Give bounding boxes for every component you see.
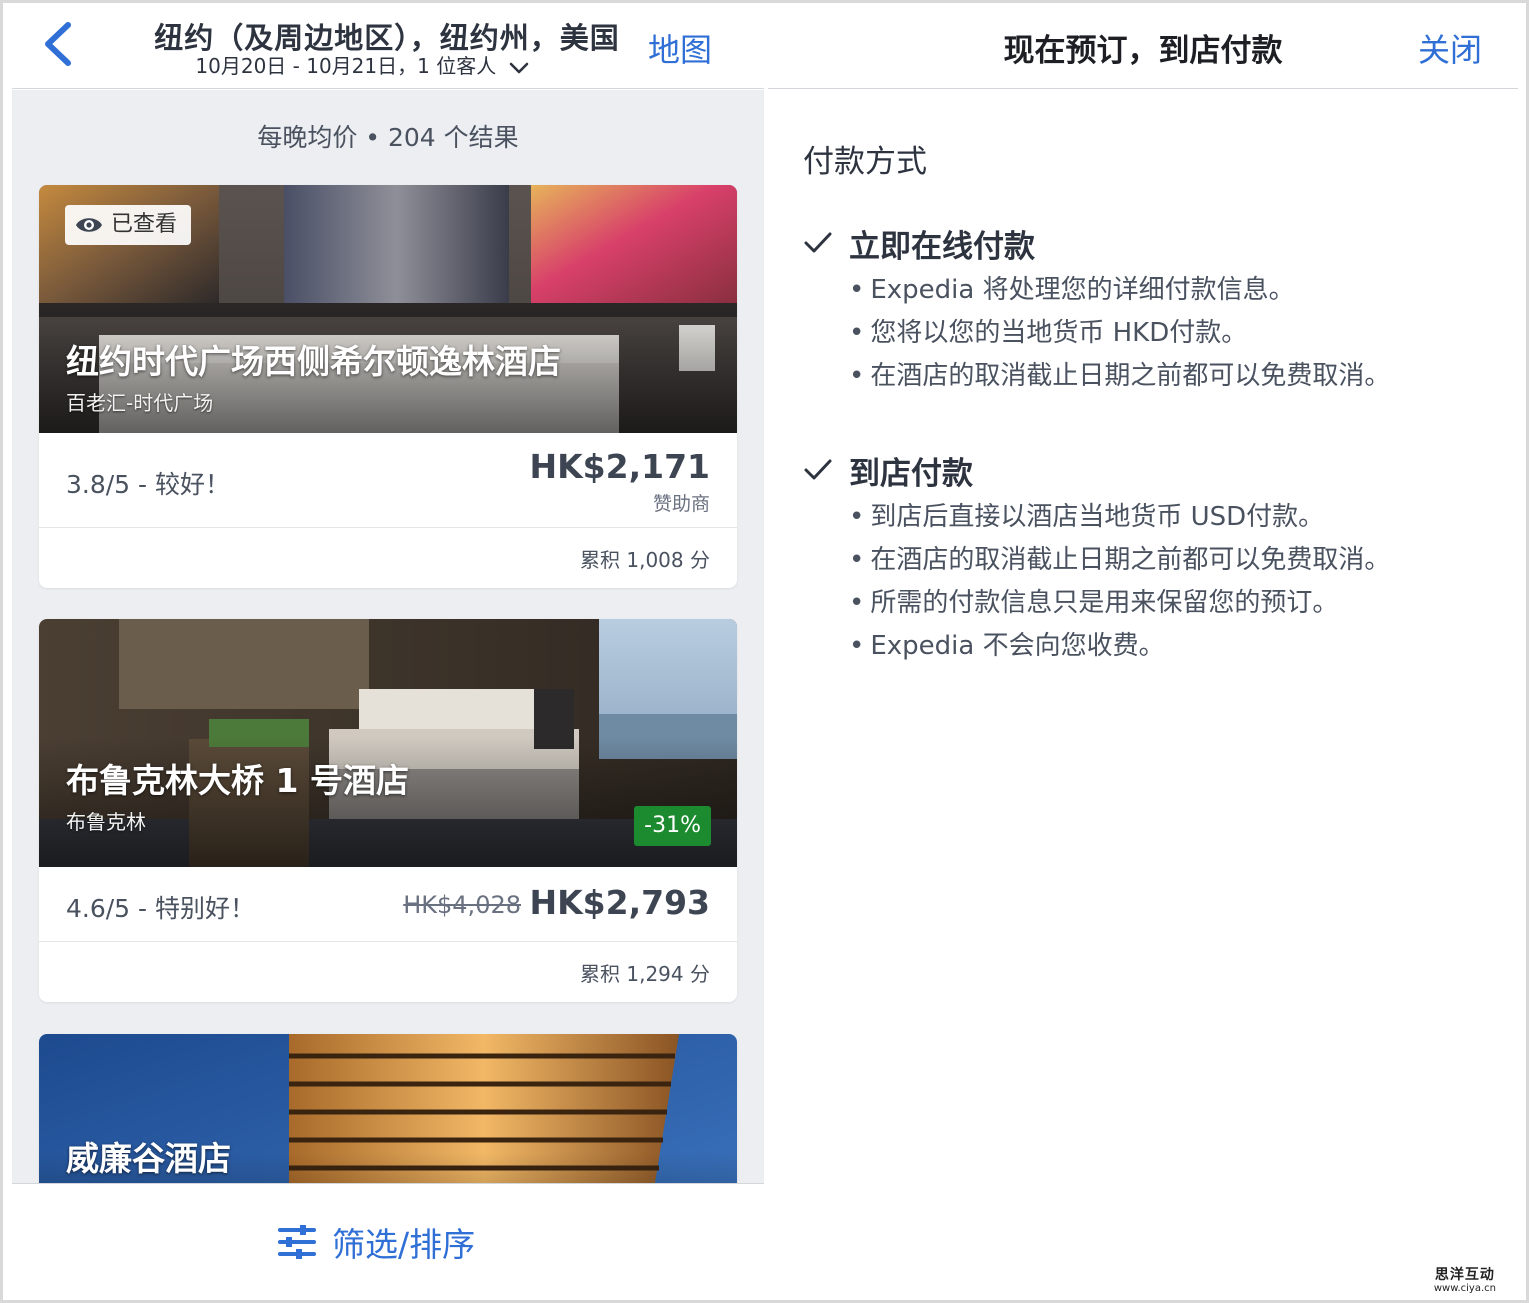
option-bullet: Expedia 将处理您的详细付款信息。 bbox=[849, 269, 1503, 312]
hotel-price: HK$2,171 bbox=[529, 447, 710, 486]
checkmark-icon bbox=[804, 232, 832, 253]
hotel-name: 威廉谷酒店 bbox=[66, 1139, 231, 1178]
hotel-card[interactable]: 布鲁克林大桥 1 号酒店 布鲁克林 -31% 4.6/5 - 特别好！ HK$4… bbox=[39, 619, 737, 1002]
hotel-name: 布鲁克林大桥 1 号酒店 bbox=[66, 761, 409, 800]
discount-badge: -31% bbox=[634, 806, 711, 846]
results-summary: 每晚均价 • 204 个结果 bbox=[257, 123, 519, 152]
option-title: 到店付款 bbox=[849, 455, 973, 492]
hotel-photo: 已查看 纽约时代广场西侧希尔顿逸林酒店 百老汇-时代广场 bbox=[39, 185, 737, 433]
viewed-label: 已查看 bbox=[111, 212, 178, 237]
option-title: 立即在线付款 bbox=[849, 228, 1035, 265]
payment-title: 现在预订，到店付款 bbox=[1003, 33, 1283, 69]
hotel-card[interactable]: 已查看 纽约时代广场西侧希尔顿逸林酒店 百老汇-时代广场 3.8/5 - 较好！… bbox=[39, 185, 737, 588]
hotel-area: 布鲁克林 bbox=[66, 810, 146, 834]
rating-price-row: 3.8/5 - 较好！ HK$2,171 赞助商 bbox=[39, 433, 737, 528]
map-button[interactable]: 地图 bbox=[648, 25, 712, 71]
hotel-card[interactable]: 威廉谷酒店 bbox=[39, 1034, 737, 1194]
reward-points: 累积 1,008 分 bbox=[580, 548, 710, 572]
payment-option-at-hotel: 到店付款 到店后直接以酒店当地货币 USD付款。 在酒店的取消截止日期之前都可以… bbox=[803, 448, 1503, 668]
viewed-badge: 已查看 bbox=[65, 205, 192, 245]
guest-rating: 4.6/5 - 特别好！ bbox=[66, 894, 256, 923]
chevron-left-icon bbox=[45, 22, 71, 66]
results-list[interactable]: 每晚均价 • 204 个结果 已查看 纽约时代广场西侧希尔顿逸林酒店 百老汇-时… bbox=[12, 90, 764, 1194]
screenshot-frame: 纽约（及周边地区），纽约州，美国 10月20日 - 10月21日，1 位客人 地… bbox=[3, 3, 1526, 1300]
payment-info-panel: 现在预订，到店付款 关闭 付款方式 立即在线付款 Expedia 将处理您的详细… bbox=[768, 3, 1526, 1300]
checkmark-icon bbox=[804, 459, 832, 480]
watermark-url: www.ciya.cn bbox=[1433, 1283, 1496, 1294]
payment-option-online: 立即在线付款 Expedia 将处理您的详细付款信息。 您将以您的当地货币 HK… bbox=[803, 221, 1503, 398]
rating-price-row: 4.6/5 - 特别好！ HK$4,028 HK$2,793 bbox=[39, 867, 737, 942]
chevron-down-icon bbox=[509, 62, 528, 73]
payment-methods-heading: 付款方式 bbox=[803, 144, 927, 180]
filter-sort-label: 筛选/排序 bbox=[332, 1225, 476, 1264]
filter-sort-button[interactable]: 筛选/排序 bbox=[278, 1218, 475, 1266]
search-results-panel: 纽约（及周边地区），纽约州，美国 10月20日 - 10月21日，1 位客人 地… bbox=[12, 3, 764, 1300]
hotel-photo: 布鲁克林大桥 1 号酒店 布鲁克林 -31% bbox=[39, 619, 737, 867]
bottom-toolbar: 筛选/排序 bbox=[12, 1183, 764, 1300]
points-row: 累积 1,008 分 bbox=[39, 528, 737, 588]
option-bullet: 在酒店的取消截止日期之前都可以免费取消。 bbox=[849, 355, 1503, 398]
option-bullet: Expedia 不会向您收费。 bbox=[849, 625, 1503, 668]
option-bullet: 所需的付款信息只是用来保留您的预订。 bbox=[849, 582, 1503, 625]
option-bullet: 在酒店的取消截止日期之前都可以免费取消。 bbox=[849, 539, 1503, 582]
hotel-name: 纽约时代广场西侧希尔顿逸林酒店 bbox=[66, 342, 561, 381]
guest-rating: 3.8/5 - 较好！ bbox=[66, 470, 231, 499]
sliders-icon bbox=[278, 1225, 316, 1259]
reward-points: 累积 1,294 分 bbox=[580, 962, 710, 986]
eye-icon bbox=[76, 218, 102, 232]
watermark: 思洋互动 www.ciya.cn bbox=[1434, 1268, 1496, 1294]
original-price: HK$4,028 bbox=[403, 891, 521, 919]
dates-guests-selector[interactable]: 10月20日 - 10月21日，1 位客人 bbox=[162, 50, 562, 79]
back-button[interactable] bbox=[38, 21, 78, 67]
payment-header: 现在预订，到店付款 关闭 bbox=[768, 3, 1518, 89]
sponsored-label: 赞助商 bbox=[652, 493, 710, 515]
hotel-area: 百老汇-时代广场 bbox=[66, 391, 214, 415]
dates-guests-text: 10月20日 - 10月21日，1 位客人 bbox=[195, 54, 497, 78]
watermark-name: 思洋互动 bbox=[1434, 1267, 1495, 1283]
results-header: 纽约（及周边地区），纽约州，美国 10月20日 - 10月21日，1 位客人 地… bbox=[12, 3, 764, 89]
points-row: 累积 1,294 分 bbox=[39, 942, 737, 1002]
option-bullet: 到店后直接以酒店当地货币 USD付款。 bbox=[849, 496, 1503, 539]
hotel-photo: 威廉谷酒店 bbox=[39, 1034, 737, 1194]
hotel-price: HK$2,793 bbox=[529, 883, 710, 922]
option-bullet: 您将以您的当地货币 HKD付款。 bbox=[849, 312, 1503, 355]
close-button[interactable]: 关闭 bbox=[1418, 25, 1482, 71]
